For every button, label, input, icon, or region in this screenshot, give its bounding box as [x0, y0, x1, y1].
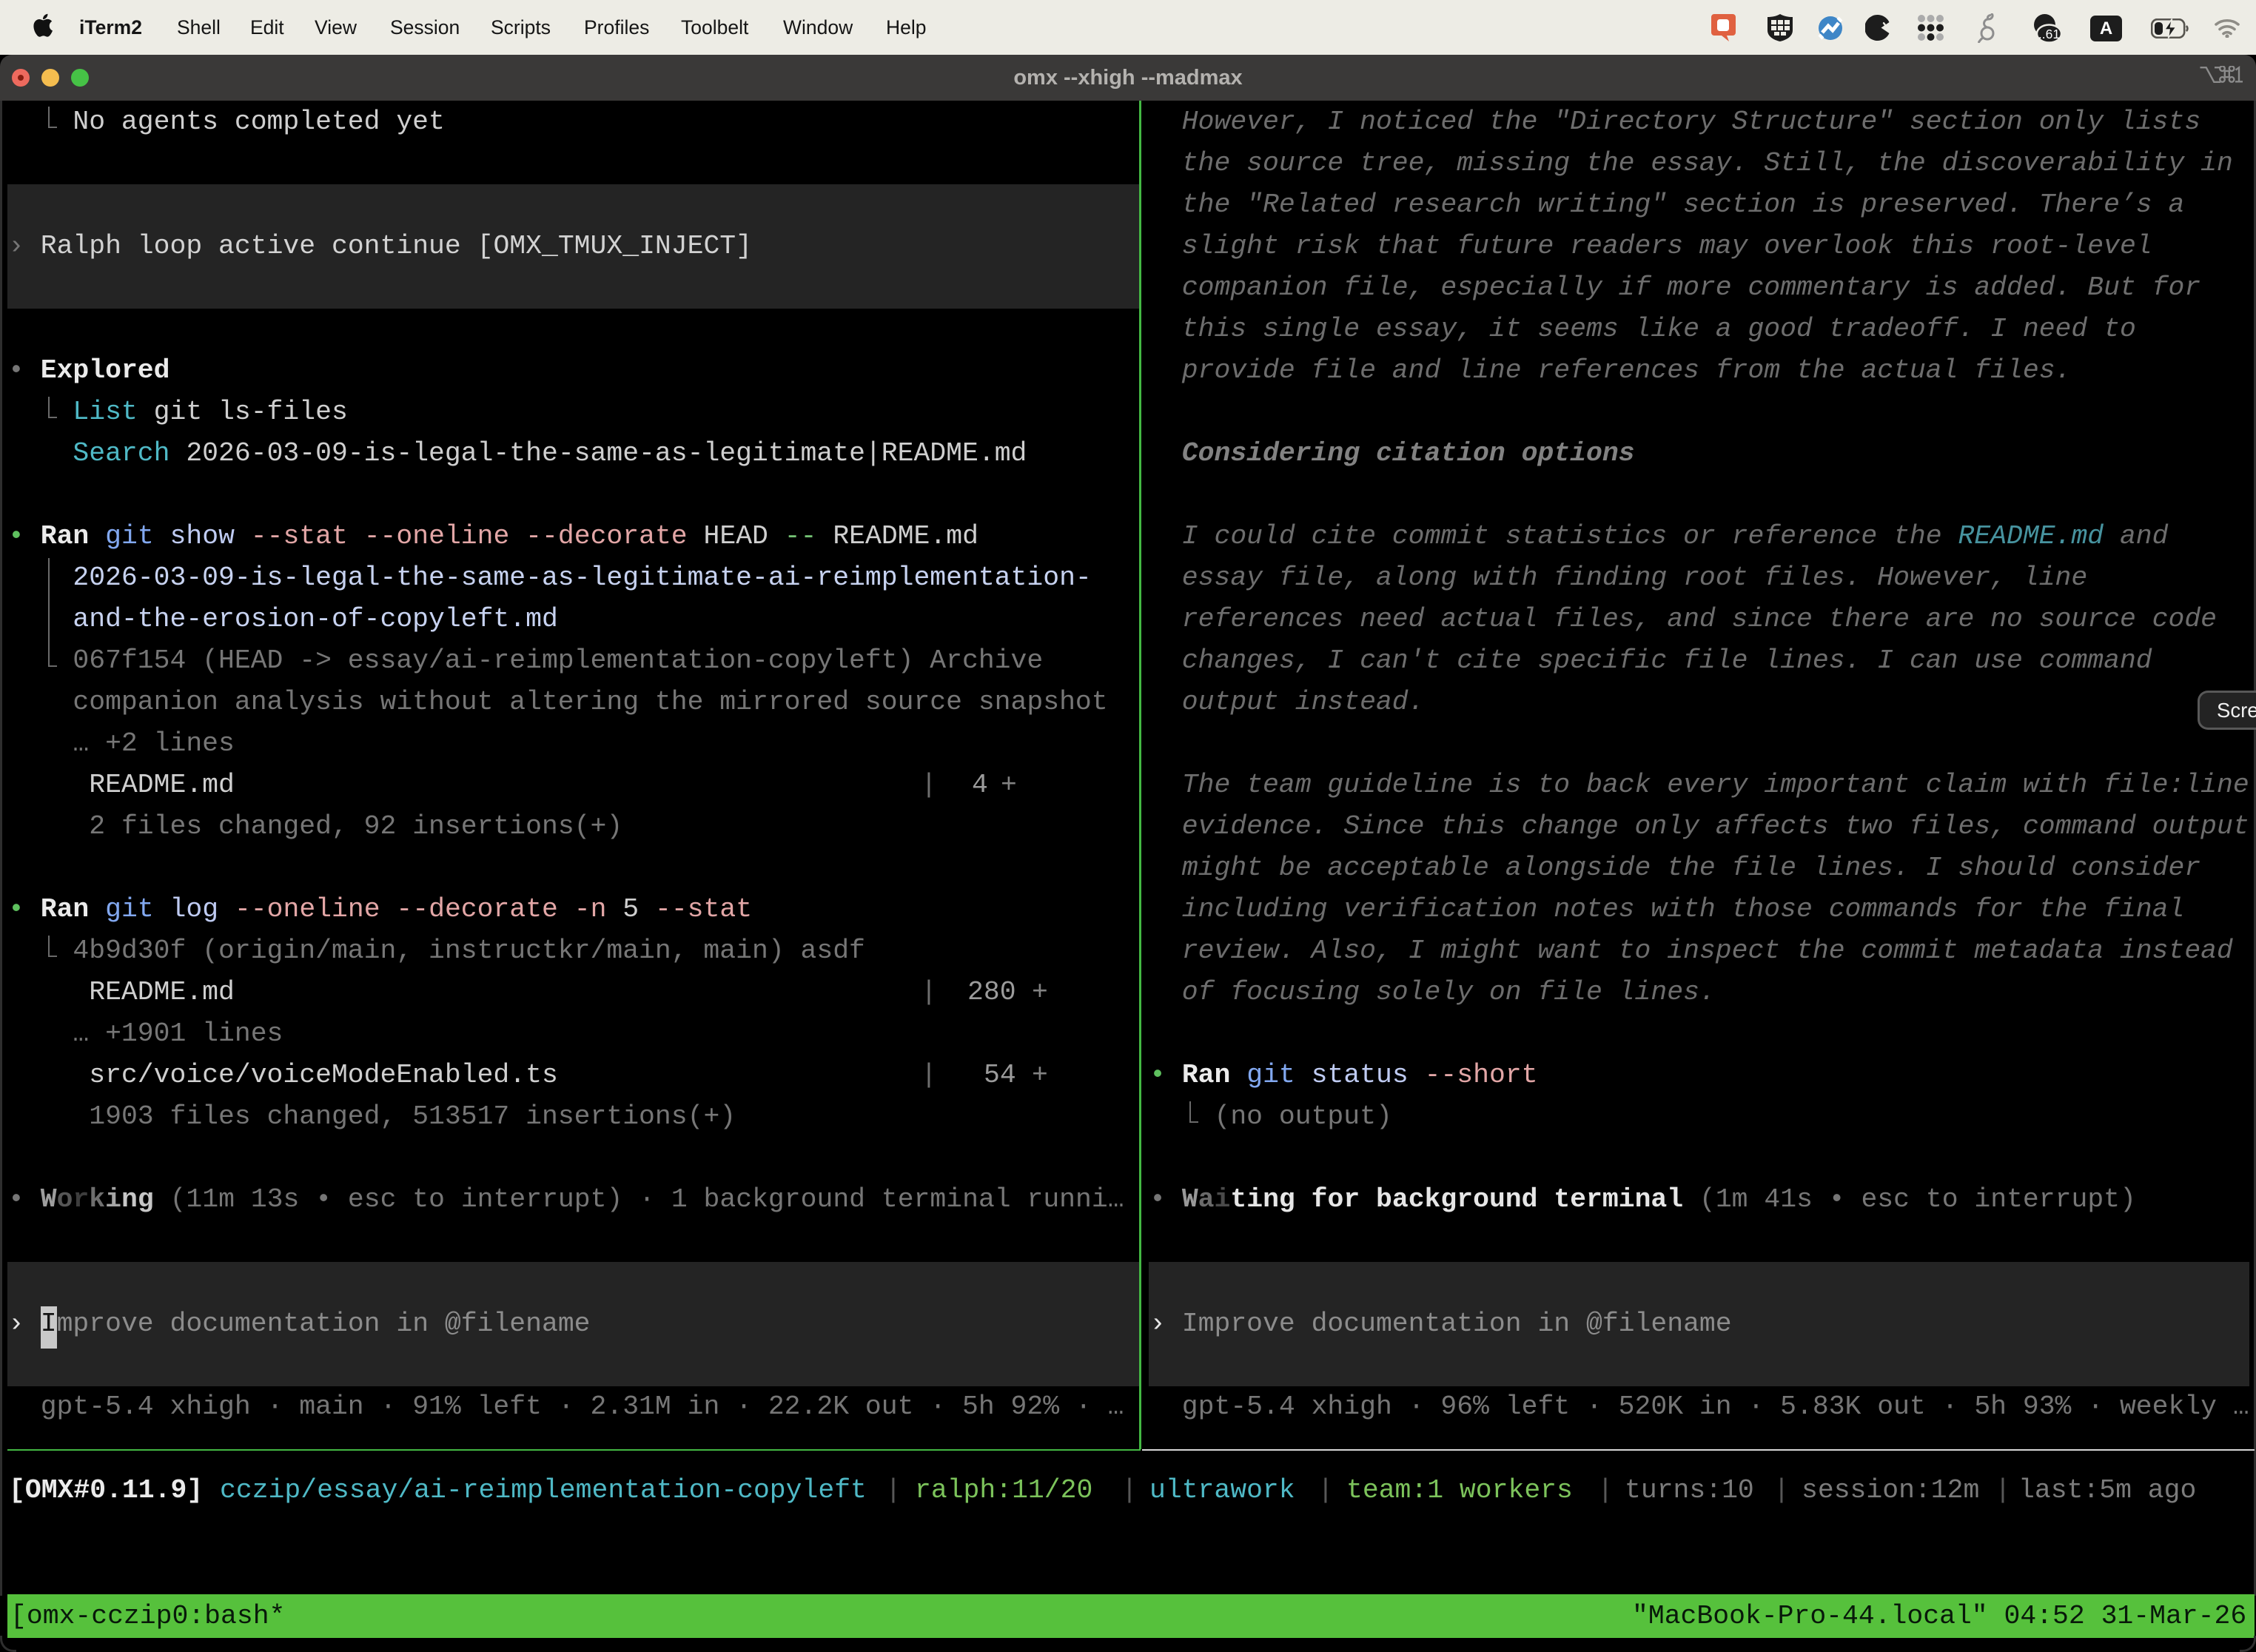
svg-text:..61: ..61 [2038, 27, 2060, 41]
